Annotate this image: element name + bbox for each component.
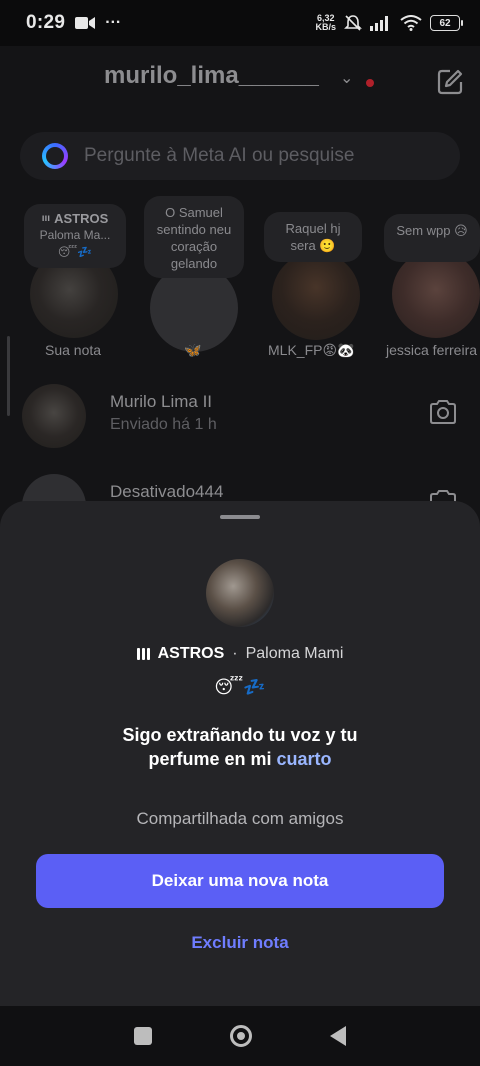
clock: 0:29: [26, 12, 66, 33]
camera-icon[interactable]: [428, 398, 458, 426]
recents-button[interactable]: [134, 1027, 152, 1045]
home-button[interactable]: [230, 1025, 252, 1047]
song-title: ASTROS: [157, 645, 225, 662]
compose-icon[interactable]: [436, 68, 464, 96]
note-bubble: O Samuel sentindo neu coração gelando: [144, 196, 244, 278]
unread-dot: [366, 79, 374, 87]
note-bubble: ııı ASTROS Paloma Ma... 😴💤: [24, 204, 126, 268]
search-input[interactable]: Pergunte à Meta AI ou pesquise: [20, 132, 460, 180]
note-label: 🦋: [184, 342, 202, 358]
meta-ai-icon: [42, 143, 68, 169]
new-note-button[interactable]: Deixar uma nova nota: [36, 854, 444, 908]
note-bottom-sheet: ASTROS · Paloma Mami 😴💤 Sigo extrañando …: [0, 501, 480, 1006]
note-bubble: Raquel hj sera 🙂: [264, 212, 362, 262]
note-bubble: Sem wpp 😥: [384, 214, 480, 262]
system-navigation-bar: [0, 1006, 480, 1066]
network-speed: 6,32 KB/s: [315, 13, 336, 32]
more-notifications-icon: ···: [105, 14, 122, 31]
notes-row: ııı ASTROS Paloma Ma... 😴💤 Sua nota O Sam…: [0, 196, 480, 366]
note-emojis: 😴💤: [214, 677, 266, 697]
wifi-icon: [400, 15, 422, 31]
back-button[interactable]: [330, 1026, 346, 1046]
chat-status: Enviado há 1 h: [110, 416, 217, 433]
note-text-highlight: cuarto: [276, 749, 332, 769]
note-label: Sua nota: [45, 342, 102, 358]
note-text: Sigo extrañando tu voz y tu perfume en m…: [122, 725, 358, 769]
video-camera-icon: [75, 17, 96, 29]
avatar: [272, 252, 360, 340]
signal-icon: [370, 16, 388, 31]
note-label: MLK_FP😡🐼: [268, 342, 355, 358]
drag-handle[interactable]: [220, 515, 260, 519]
note-label: jessica ferreira: [386, 342, 478, 358]
battery-icon: 62: [430, 15, 463, 31]
audience-label: Compartilhada com amigos: [136, 809, 344, 828]
profile-avatar: [206, 559, 274, 627]
account-switcher[interactable]: murilo_lima______: [104, 62, 319, 90]
bell-muted-icon: [344, 15, 362, 31]
delete-note-button[interactable]: Excluir nota: [0, 933, 480, 953]
avatar: [392, 250, 480, 338]
song-artist: Paloma Mami: [245, 645, 344, 662]
chevron-down-icon[interactable]: ⌄: [340, 68, 353, 88]
music-bars-icon: [136, 648, 150, 660]
chat-name: Desativado444: [110, 482, 224, 501]
music-info[interactable]: ASTROS · Paloma Mami: [0, 645, 480, 663]
chat-name: Murilo Lima II: [110, 392, 213, 411]
chat-row[interactable]: Murilo Lima II Enviado há 1 h: [0, 384, 480, 454]
avatar: [22, 384, 86, 448]
header: murilo_lima______ ⌄: [0, 54, 480, 98]
separator: ·: [232, 645, 238, 662]
status-bar: 0:29 ··· 6,32 KB/s 62: [0, 0, 480, 46]
search-placeholder: Pergunte à Meta AI ou pesquise: [84, 145, 355, 166]
